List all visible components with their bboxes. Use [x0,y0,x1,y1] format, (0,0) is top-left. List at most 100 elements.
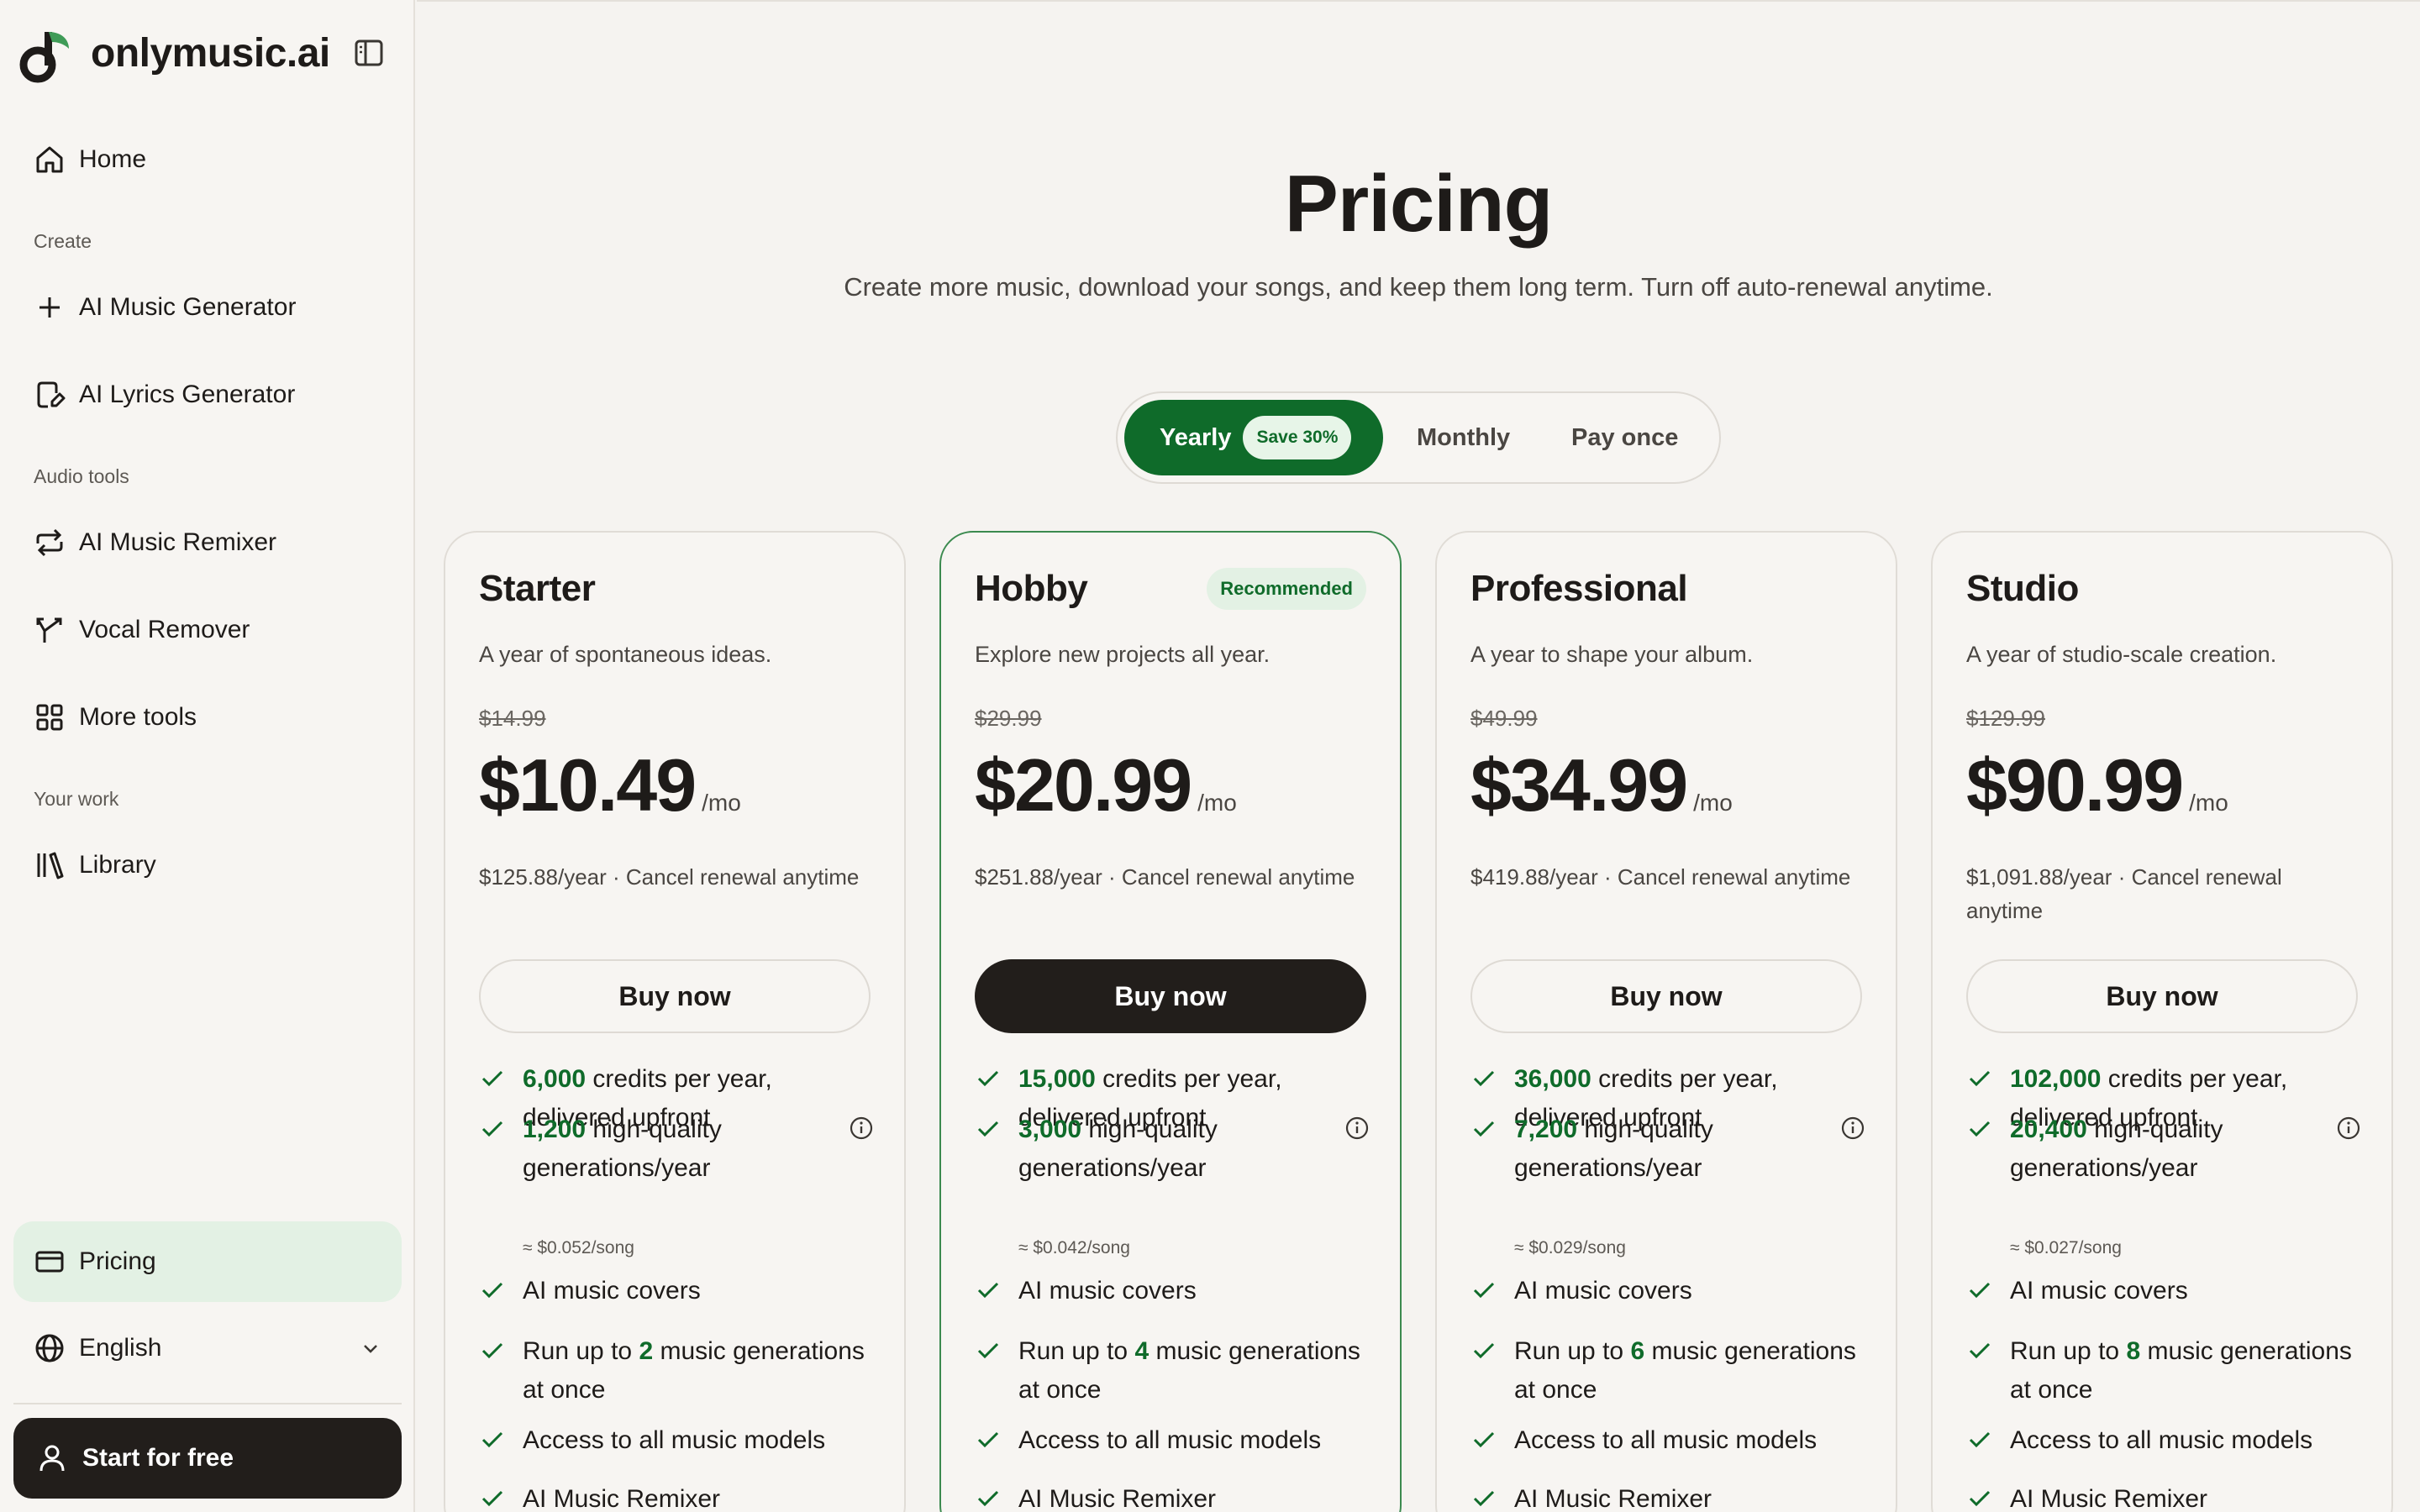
check-icon [1969,1431,1991,1448]
check-icon [977,1070,999,1087]
check-icon [977,1121,999,1137]
plan-price: $34.99 [1470,743,1688,827]
edit-document-icon [37,381,66,408]
feature-highlight: 36,000 [1514,1065,1591,1093]
sidebar: onlymusic.ai Home Create AI Music Genera… [0,0,415,1512]
sidebar-item-library[interactable]: Library [13,830,402,900]
feature-text: AI music covers [2010,1277,2188,1305]
home-icon [36,146,63,173]
sidebar-item-label: AI Music Generator [79,293,297,321]
check-icon [977,1282,999,1299]
split-icon [36,617,62,643]
chevron-down-icon [364,1345,377,1353]
sidebar-item-pricing[interactable]: Pricing [13,1221,402,1302]
check-icon [1473,1282,1495,1299]
plan-price: $90.99 [1966,743,2184,827]
check-icon [481,1070,503,1087]
start-for-free-button[interactable]: Start for free [13,1418,402,1499]
logo[interactable]: onlymusic.ai [17,25,387,87]
billing-option-monthly[interactable]: Monthly [1417,400,1510,475]
plan-price-unit: /mo [1197,790,1237,816]
check-icon [1969,1342,1991,1359]
per-song-price: ≈ $0.029/song [1514,1238,1626,1257]
language-selector[interactable]: English [13,1312,402,1384]
plan-name: Starter [479,568,596,609]
sidebar-item-home[interactable]: Home [13,124,402,195]
feature-highlight: 20,400 [2010,1116,2087,1143]
sidebar-item-ai-lyrics-generator[interactable]: AI Lyrics Generator [13,360,402,430]
check-icon [1473,1070,1495,1087]
user-icon [39,1445,65,1472]
sidebar-toggle-icon[interactable] [353,37,385,69]
buy-now-button[interactable]: Buy now [975,959,1366,1033]
feature-text: 1,200 high-quality generations/year [523,1110,817,1188]
plan-price-row: $90.99 /mo [1966,743,2228,828]
plan-price-unit: /mo [2189,790,2228,816]
sidebar-item-label: Home [79,145,147,173]
check-icon [481,1282,503,1299]
feature-highlight: 1,200 [523,1116,587,1143]
feature-text: AI Music Remixer [2010,1485,2208,1512]
plan-card-professional: Professional A year to shape your album.… [1435,531,1897,1512]
feature-prefix: Run up to [523,1337,639,1365]
feature-highlight: 4 [1134,1337,1150,1365]
language-label: English [79,1334,162,1362]
sidebar-item-label: Pricing [79,1247,156,1275]
plan-old-price: $29.99 [975,706,1042,731]
feature-highlight: 7,200 [1514,1116,1578,1143]
plan-price-row: $20.99 /mo [975,743,1237,828]
info-icon[interactable] [1344,1116,1370,1141]
main-content: Pricing Create more music, download your… [417,0,2420,1512]
music-note-icon [19,32,69,83]
plan-description: A year of studio-scale creation. [1966,642,2277,667]
feature-text: Access to all music models [1018,1426,1322,1454]
buy-now-button[interactable]: Buy now [479,959,871,1033]
library-icon [37,852,64,879]
feature-prefix: Run up to [2010,1337,2127,1365]
info-icon[interactable] [849,1116,874,1141]
feature-highlight: 8 [2126,1337,2141,1365]
plus-icon [39,297,60,318]
repeat-icon [36,528,63,557]
check-icon [977,1490,999,1507]
sidebar-divider [13,1403,402,1404]
plan-billing-note: $419.88/year · Cancel renewal anytime [1470,864,1851,890]
feature-highlight: 6,000 [523,1065,587,1093]
feature-text: AI Music Remixer [1018,1485,1217,1512]
check-icon [977,1431,999,1448]
sidebar-item-ai-music-generator[interactable]: AI Music Generator [13,272,402,343]
check-icon [1473,1431,1495,1448]
info-icon[interactable] [1840,1116,1865,1141]
plan-price: $20.99 [975,743,1192,827]
billing-option-pay-once[interactable]: Pay once [1571,400,1678,475]
sidebar-item-label: AI Lyrics Generator [79,381,296,408]
plan-card-studio: Studio A year of studio-scale creation. … [1931,531,2393,1512]
billing-option-label: Yearly [1160,423,1232,451]
plan-price-unit: /mo [1693,790,1733,816]
plan-name: Hobby [975,568,1088,609]
buy-now-button[interactable]: Buy now [1470,959,1862,1033]
billing-option-yearly[interactable]: Yearly Save 30% [1124,400,1383,475]
plan-card-starter: Starter A year of spontaneous ideas. $14… [444,531,906,1512]
feature-highlight: 15,000 [1018,1065,1096,1093]
plan-old-price: $49.99 [1470,706,1538,731]
feature-text: Run up to 6 music generations at once [1514,1332,1859,1410]
plan-description: A year of spontaneous ideas. [479,642,772,667]
check-icon [1969,1490,1991,1507]
sidebar-item-label: More tools [79,703,197,731]
check-icon [481,1490,503,1507]
info-icon[interactable] [2336,1116,2361,1141]
buy-now-button[interactable]: Buy now [1966,959,2358,1033]
save-badge: Save 30% [1243,416,1352,459]
sidebar-item-ai-music-remixer[interactable]: AI Music Remixer [13,507,402,578]
sidebar-item-vocal-remover[interactable]: Vocal Remover [13,595,402,665]
feature-text: Access to all music models [523,1426,826,1454]
sidebar-item-more-tools[interactable]: More tools [13,682,402,753]
section-audio-tools: Audio tools [34,465,129,487]
per-song-price: ≈ $0.052/song [523,1238,634,1257]
feature-highlight: 102,000 [2010,1065,2102,1093]
check-icon [1969,1282,1991,1299]
recommended-badge: Recommended [1207,568,1366,610]
feature-highlight: 6 [1630,1337,1645,1365]
start-for-free-label: Start for free [82,1444,234,1472]
